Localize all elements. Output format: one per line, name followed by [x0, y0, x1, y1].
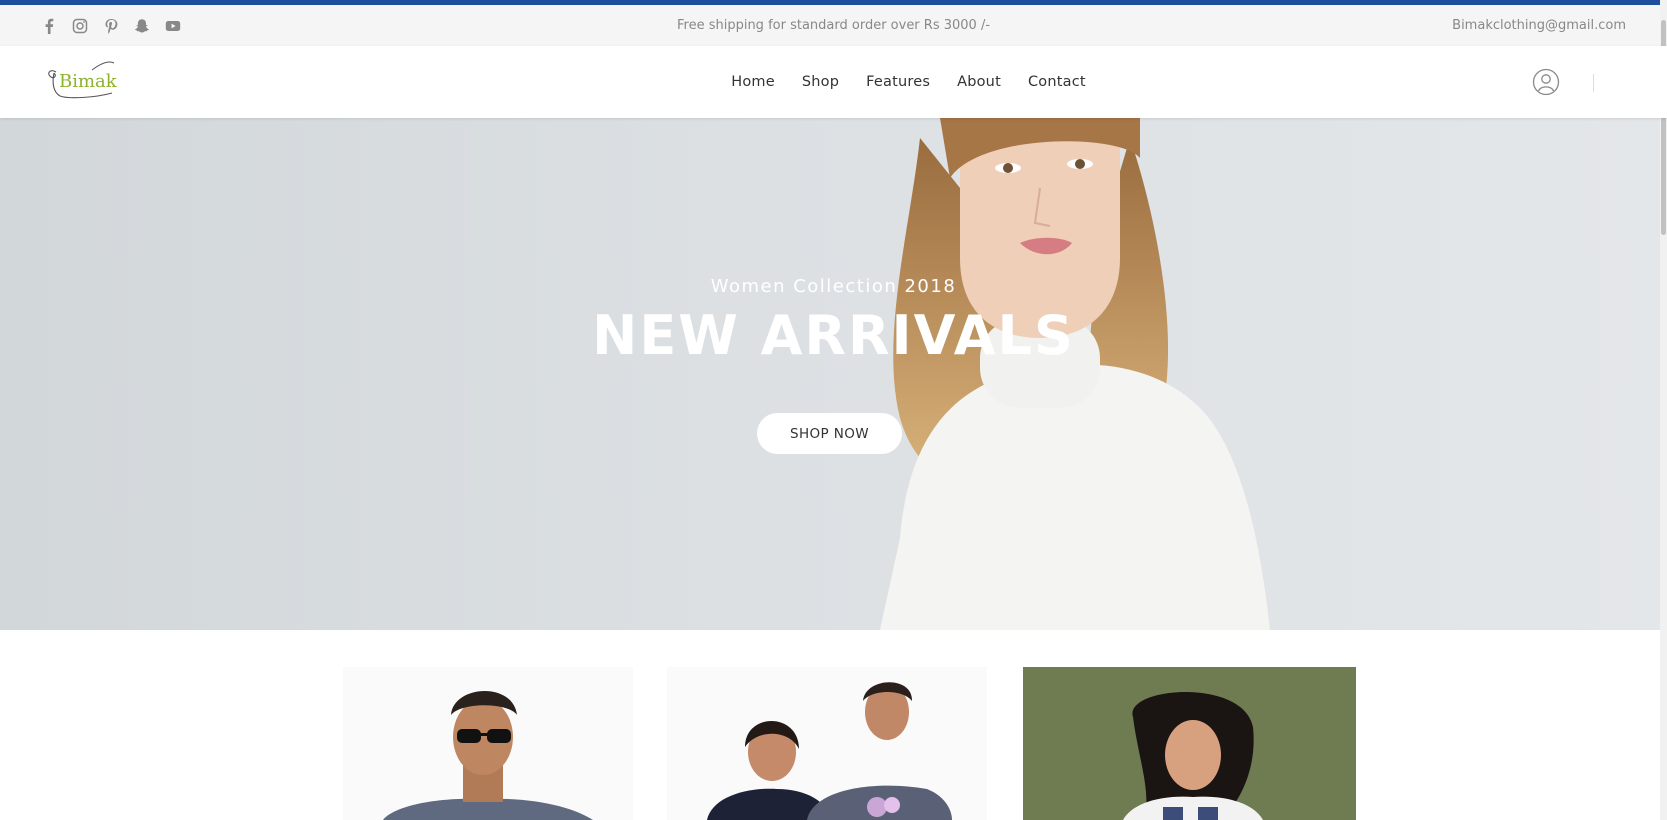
banner-couple-image: [707, 682, 952, 820]
header-divider: [1593, 74, 1594, 92]
contact-email-link[interactable]: Bimakclothing@gmail.com: [1452, 5, 1626, 46]
shop-now-button[interactable]: SHOP NOW: [757, 413, 902, 454]
nav-home[interactable]: Home: [731, 74, 775, 90]
banner-men[interactable]: [343, 667, 633, 820]
nav-contact[interactable]: Contact: [1028, 74, 1086, 90]
hero-title: NEW ARRIVALS: [592, 304, 1075, 367]
hero-slider: Women Collection 2018 NEW ARRIVALS SHOP …: [0, 118, 1667, 630]
hero-subtitle: Women Collection 2018: [710, 276, 957, 297]
hero-model-image: [880, 118, 1270, 630]
nav-shop[interactable]: Shop: [802, 74, 839, 90]
banner-women-image: [1123, 692, 1263, 820]
main-nav: Home Shop Features About Contact: [0, 46, 1667, 118]
nav-about[interactable]: About: [957, 74, 1001, 90]
main-header: Bimak Home Shop Features About Contact: [0, 46, 1667, 118]
shipping-notice: Free shipping for standard order over Rs…: [676, 18, 991, 33]
user-account-icon[interactable]: [1532, 68, 1560, 96]
banner-women[interactable]: [1023, 667, 1356, 820]
topbar: Free shipping for standard order over Rs…: [0, 5, 1667, 46]
banner-couple[interactable]: [667, 667, 987, 820]
banner-men-image: [383, 690, 593, 820]
nav-features[interactable]: Features: [866, 74, 930, 90]
